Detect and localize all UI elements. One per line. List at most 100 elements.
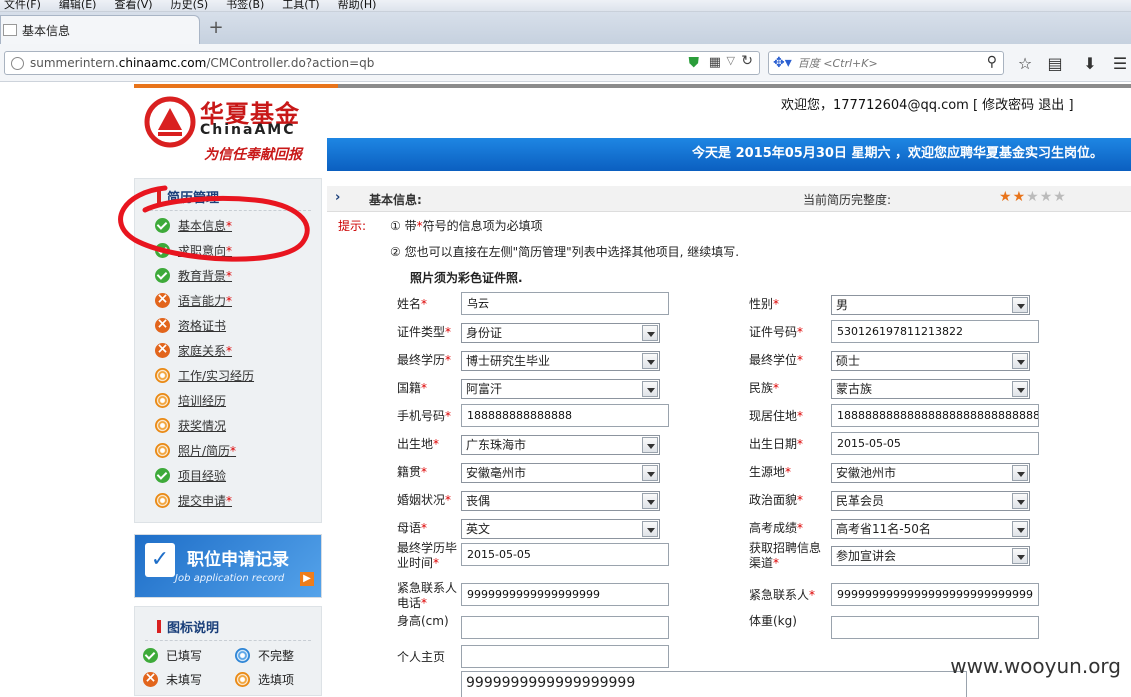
url-prefix: summerintern. [30,56,119,70]
menu-item-2[interactable]: 查看(V) [114,0,152,11]
field-label: 生源地* [749,465,792,479]
sidebar-item-7[interactable]: 培训经历 [155,388,321,413]
input-R4[interactable]: 18888888888888888888888888888888888 [831,404,1039,427]
download-icon[interactable]: ⬇ [1080,54,1100,74]
star-icon: ★ [999,189,1013,205]
logo-slogan: 为信任奉献回报 [204,147,302,163]
menu-item-5[interactable]: 工具(T) [282,0,319,11]
chevron-down-icon[interactable] [1012,493,1028,509]
chevron-down-icon[interactable] [642,437,658,453]
field-label: 高考成绩* [749,521,804,535]
sidebar-item-3[interactable]: 语言能力* [155,288,321,313]
legend-optional-label: 选填项 [258,673,295,687]
search-icon[interactable]: ⚲ [987,54,997,70]
sidebar-item-4[interactable]: 资格证书 [155,313,321,338]
sidebar-item-6[interactable]: 工作/实习经历 [155,363,321,388]
check-icon [155,468,170,483]
select-L7[interactable]: 丧偶 [461,491,660,511]
chevron-down-icon[interactable] [642,493,658,509]
baidu-icon[interactable]: ✥▾ [773,55,792,71]
sidebar-item-label: 资格证书 [178,319,227,333]
job-application-record-banner[interactable]: ✓ 职位申请记录 Job application record ▶ [134,534,322,598]
sidebar-item-label: 提交申请 [178,494,227,508]
input-L9[interactable]: 2015-05-05 [461,543,669,566]
shield-icon[interactable]: ⛊ [689,55,700,71]
input-R11[interactable] [831,616,1039,639]
field-label: 婚姻状况* [397,493,452,507]
menu-icon[interactable]: ☰ [1110,54,1130,74]
search-bar[interactable]: ✥▾ 百度 <Ctrl+K> ⚲ [768,51,1004,75]
chevron-down-icon[interactable] [1012,465,1028,481]
select-L3[interactable]: 阿富汗 [461,379,660,399]
input-L12[interactable] [461,645,669,668]
qr-icon[interactable]: ▦ [709,55,721,70]
menu-item-6[interactable]: 帮助(H) [338,0,377,11]
select-R3[interactable]: 蒙古族 [831,379,1030,399]
input-R10[interactable]: 9999999999999999999999999999 [831,583,1039,606]
chevron-right-icon: › [335,190,341,205]
menu-item-0[interactable]: 文件(F) [4,0,41,11]
header-marker-icon [157,620,161,633]
sidebar-item-label: 培训经历 [178,394,227,408]
welcome-text[interactable]: 欢迎您，177712604@qq.com [ 修改密码 退出 ] [781,94,1074,113]
select-R7[interactable]: 民革会员 [831,491,1030,511]
select-R6[interactable]: 安徽池州市 [831,463,1030,483]
input-R5[interactable]: 2015-05-05 [831,432,1039,455]
menu-item-3[interactable]: 历史(S) [171,0,209,11]
new-tab-button[interactable]: + [205,17,227,39]
select-L5[interactable]: 广东珠海市 [461,435,660,455]
chevron-down-icon[interactable] [1012,353,1028,369]
bookmark-star-icon[interactable]: ☆ [1015,54,1035,74]
chevron-down-icon[interactable] [642,381,658,397]
field-label: 证件类型* [397,325,452,339]
tip-line-2: ② 您也可以直接在左侧"简历管理"列表中选择其他项目, 继续填写. [390,245,740,259]
chevron-down-icon[interactable] [642,521,658,537]
check-icon [143,648,158,663]
chevron-down-icon[interactable] [1012,381,1028,397]
sidebar-item-9[interactable]: 照片/简历 * [155,438,321,463]
field-label: 出生地* [397,437,440,451]
tab-active[interactable]: 基本信息 [0,15,200,44]
input-L11[interactable] [461,616,669,639]
field-label: 最终学位* [749,353,804,367]
input-L0[interactable]: 乌云 [461,292,669,315]
chevron-down-icon[interactable] [642,353,658,369]
sidebar-item-8[interactable]: 获奖情况 [155,413,321,438]
url-bar[interactable]: summerintern. chinaamc.com/CMController.d… [4,51,760,75]
reload-icon[interactable]: ↻ [741,53,753,69]
field-label: 性别* [749,297,780,311]
chevron-down-icon[interactable] [1012,297,1028,313]
sidebar-item-5[interactable]: 家庭关系* [155,338,321,363]
select-L6[interactable]: 安徽亳州市 [461,463,660,483]
sidebar-item-11[interactable]: 提交申请 * [155,488,321,513]
reading-list-icon[interactable]: ▤ [1045,54,1065,74]
input-L10[interactable]: 9999999999999999999 [461,583,669,606]
legend-filled-label: 已填写 [166,649,203,663]
menu-item-1[interactable]: 编辑(E) [59,0,97,11]
chevron-down-icon[interactable] [642,325,658,341]
logo-emblem-icon [144,96,196,148]
select-L1[interactable]: 身份证 [461,323,660,343]
field-label: 籍贯* [397,465,428,479]
chevron-down-icon[interactable] [1012,521,1028,537]
sidebar-item-10[interactable]: 项目经验 [155,463,321,488]
personal-intro-textarea[interactable]: 9999999999999999999 [461,671,967,697]
select-R8[interactable]: 高考省11名-50名 [831,519,1030,539]
select-R9[interactable]: 参加宣讲会 [831,546,1030,566]
select-L2[interactable]: 博士研究生毕业 [461,351,660,371]
select-R0[interactable]: 男 [831,295,1030,315]
select-L8[interactable]: 英文 [461,519,660,539]
select-R2[interactable]: 硕士 [831,351,1030,371]
menu-item-4[interactable]: 书签(B) [226,0,264,11]
arrow-right-icon: ▶ [300,572,314,586]
chevron-down-icon[interactable] [642,465,658,481]
chevron-down-icon[interactable] [1012,548,1028,564]
star-icon: ★ [1053,189,1067,205]
menu-bar: 文件(F) 编辑(E) 查看(V) 历史(S) 书签(B) 工具(T) 帮助(H) [0,0,1131,12]
input-L4[interactable]: 188888888888888 [461,404,669,427]
icon-legend: 图标说明 已填写 不完整 未填写 选填项 [134,606,322,696]
dropdown-icon[interactable]: ▽ [727,54,735,67]
optional-icon [155,443,170,458]
legend-filled: 已填写 [143,647,202,664]
input-R1[interactable]: 530126197811213822 [831,320,1039,343]
